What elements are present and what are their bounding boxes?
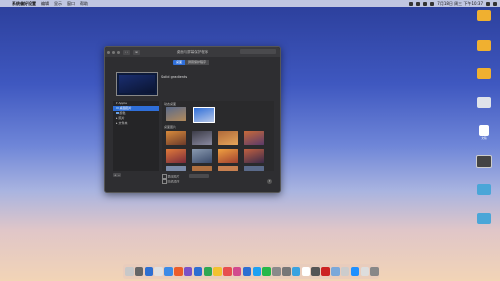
dock-app-icon[interactable] — [331, 266, 340, 277]
wallpaper-thumbnail[interactable] — [192, 166, 212, 171]
color-icon — [116, 111, 119, 114]
menu-edit[interactable]: 编辑 — [41, 1, 49, 7]
desktop-folder-icon[interactable] — [473, 184, 495, 195]
dock-app-icon[interactable] — [350, 266, 360, 277]
desktop-screenshot-icon[interactable] — [473, 155, 495, 168]
wallpaper-grid: 动态桌面 桌面图片 — [162, 101, 274, 171]
title-bar[interactable]: ‹ › ⊞ 桌面与屏幕保护程序 — [105, 47, 280, 57]
bottom-bar: + − 更改图片 随机顺序 ? — [113, 173, 274, 189]
dock-app-icon[interactable] — [223, 266, 232, 277]
dock-app-icon[interactable] — [340, 266, 350, 277]
search-input[interactable] — [240, 49, 276, 54]
dock-app-icon[interactable] — [291, 266, 301, 277]
random-order-option[interactable]: 随机顺序 — [162, 179, 180, 184]
dock-app-icon[interactable] — [125, 266, 134, 277]
dock-app-icon[interactable] — [262, 266, 271, 277]
dock-app-icon[interactable] — [232, 266, 242, 277]
menu-help[interactable]: 帮助 — [80, 1, 88, 7]
dock-app-icon[interactable] — [144, 266, 154, 277]
dock-app-icon[interactable] — [203, 266, 213, 277]
wallpaper-thumbnail[interactable] — [192, 131, 212, 145]
tab-screensaver[interactable]: 屏幕保护程序 — [185, 60, 210, 65]
dock-app-icon[interactable] — [282, 266, 291, 277]
source-list: ▾ Apple 桌面图片 颜色 ▸ 照片 ▸ 文件夹 — [113, 101, 159, 171]
wallpaper-thumbnail[interactable] — [244, 131, 264, 145]
menu-bar: 系统偏好设置 编辑 显示 窗口 帮助 7月18日 周三 下午10:37 — [0, 0, 500, 7]
section-desktop-pictures: 桌面图片 — [164, 125, 177, 129]
change-picture-option[interactable]: 更改图片 — [162, 174, 180, 179]
desktop-document-icon[interactable]: 文稿 — [473, 125, 495, 140]
wallpaper-thumbnail[interactable] — [244, 166, 264, 171]
notification-center-icon[interactable] — [493, 1, 497, 6]
folder-icon — [116, 106, 119, 109]
dock-app-icon[interactable] — [193, 266, 203, 277]
desktop-folder-icon[interactable] — [473, 213, 495, 224]
wallpaper-thumbnail[interactable] — [166, 131, 186, 145]
dock-app-icon[interactable] — [183, 266, 193, 277]
checkbox[interactable] — [162, 174, 167, 179]
wallpaper-thumbnail[interactable] — [218, 131, 238, 145]
dock-app-icon[interactable] — [164, 266, 173, 277]
wallpaper-thumbnail[interactable] — [166, 149, 186, 163]
wallpaper-thumbnail[interactable] — [218, 149, 238, 163]
wallpaper-thumbnail[interactable] — [218, 166, 238, 171]
dock-app-icon[interactable] — [370, 266, 379, 277]
dock-app-icon[interactable] — [174, 266, 183, 277]
dock-app-icon[interactable] — [311, 266, 320, 277]
wallpaper-preview — [116, 72, 158, 96]
wallpaper-thumbnail[interactable] — [192, 149, 212, 163]
wallpaper-thumbnail[interactable] — [193, 107, 215, 123]
dock-app-icon[interactable] — [134, 266, 144, 277]
desktop-drive-icon[interactable] — [473, 40, 495, 51]
app-menu[interactable]: 系统偏好设置 — [12, 1, 36, 7]
dock-app-icon[interactable] — [213, 266, 222, 277]
section-dynamic-desktop: 动态桌面 — [164, 102, 177, 106]
desktop-drive-icon[interactable] — [473, 68, 495, 79]
dock-app-icon[interactable] — [242, 266, 252, 277]
desktop-drive-icon[interactable] — [473, 10, 495, 21]
dock-app-icon[interactable] — [360, 266, 370, 277]
system-preferences-window: ‹ › ⊞ 桌面与屏幕保护程序 桌面 屏幕保护程序 Solid gradient… — [104, 46, 281, 193]
wallpaper-name: Solid gradients — [161, 75, 188, 79]
status-icon[interactable] — [409, 1, 414, 6]
wallpaper-thumbnail[interactable] — [166, 166, 186, 171]
interval-dropdown[interactable] — [189, 174, 209, 178]
clock[interactable]: 7月18日 周三 下午10:37 — [437, 1, 483, 7]
dock-app-icon[interactable] — [272, 266, 281, 277]
status-icon[interactable] — [416, 1, 421, 6]
dock-app-icon[interactable] — [154, 266, 163, 277]
battery-icon[interactable] — [430, 1, 435, 6]
desktop-disk-icon[interactable] — [473, 97, 495, 108]
add-remove-button[interactable]: + − — [113, 173, 121, 177]
dock-app-icon[interactable] — [252, 266, 262, 277]
help-button[interactable]: ? — [267, 179, 272, 184]
menu-view[interactable]: 显示 — [54, 1, 62, 7]
checkbox[interactable] — [162, 179, 167, 184]
wallpaper-thumbnail[interactable] — [244, 149, 264, 163]
search-icon[interactable] — [486, 1, 490, 6]
sidebar-item-folders[interactable]: ▸ 文件夹 — [113, 121, 159, 126]
wallpaper-thumbnail[interactable] — [166, 107, 186, 121]
menu-window[interactable]: 窗口 — [67, 1, 75, 7]
wifi-icon[interactable] — [423, 1, 428, 6]
dock-app-icon[interactable] — [321, 266, 330, 277]
tab-bar: 桌面 屏幕保护程序 — [173, 60, 210, 65]
tab-desktop[interactable]: 桌面 — [173, 60, 186, 65]
dock — [123, 264, 379, 279]
dock-app-icon[interactable] — [301, 266, 311, 277]
